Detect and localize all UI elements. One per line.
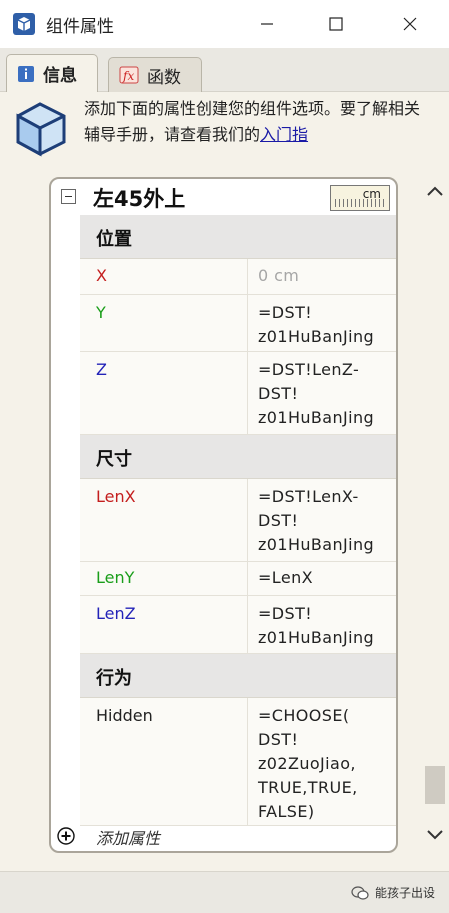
attribute-row-z[interactable]: Z =DST!LenZ- DST! z01HuBanJing <box>80 352 396 435</box>
attribute-value[interactable]: =DST! z01HuBanJing <box>247 596 396 653</box>
maximize-icon <box>329 17 343 31</box>
watermark-text: 能孩子出设 <box>374 886 435 900</box>
attribute-row-hidden[interactable]: Hidden =CHOOSE( DST! z02ZuoJiao, TRUE,TR… <box>80 698 396 826</box>
close-button[interactable] <box>390 6 430 42</box>
scroll-up-icon[interactable] <box>426 184 444 198</box>
section-size: 尺寸 <box>80 435 396 479</box>
info-banner: 添加下面的属性创建您的组件选项。要了解相关辅导手册，请查看我们的入门指 <box>0 92 449 166</box>
tab-info[interactable]: 信息 <box>6 54 98 92</box>
tab-functions-label: 函数 <box>147 67 181 88</box>
window-title: 组件属性 <box>46 17 114 37</box>
attribute-name: LenZ <box>80 596 247 653</box>
title-bar: 组件属性 <box>0 0 449 48</box>
tab-functions[interactable]: fx 函数 <box>108 57 202 92</box>
vertical-scrollbar[interactable] <box>420 166 449 871</box>
attribute-name: Z <box>80 352 247 434</box>
attribute-row-x[interactable]: X 0 cm <box>80 259 396 295</box>
attribute-row-lenz[interactable]: LenZ =DST! z01HuBanJing <box>80 596 396 654</box>
component-header: 左45外上 cm <box>51 179 396 217</box>
banner-text: 添加下面的属性创建您的组件选项。要了解相关辅导手册，请查看我们的入门指 <box>84 96 434 148</box>
attribute-row-lenx[interactable]: LenX =DST!LenX- DST! z01HuBanJing <box>80 479 396 562</box>
banner-description: 添加下面的属性创建您的组件选项。要了解相关辅导手册，请查看我们的 <box>84 99 421 144</box>
info-icon <box>18 65 34 82</box>
section-position: 位置 <box>80 215 396 259</box>
fx-icon: fx <box>119 66 139 84</box>
minimize-icon <box>261 23 273 25</box>
section-behavior: 行为 <box>80 654 396 698</box>
watermark: 能孩子出设 <box>351 884 435 901</box>
maximize-button[interactable] <box>316 6 356 42</box>
component-cube-icon <box>16 102 66 157</box>
tab-info-label: 信息 <box>43 66 77 86</box>
close-icon <box>403 17 417 31</box>
component-panel: 左45外上 cm 位置 X 0 cm Y =DST! z01HuBanJing … <box>49 177 398 853</box>
attribute-value[interactable]: =DST!LenX- DST! z01HuBanJing <box>247 479 396 561</box>
tab-strip: 信息 fx 函数 =fx <box>0 48 449 132</box>
getting-started-link[interactable]: 入门指 <box>260 125 308 144</box>
attribute-value[interactable]: 0 cm <box>247 259 396 294</box>
attribute-name: Y <box>80 295 247 351</box>
attribute-grid: 位置 X 0 cm Y =DST! z01HuBanJing Z =DST!Le… <box>80 215 396 826</box>
component-name: 左45外上 <box>93 187 186 211</box>
add-circle-icon[interactable] <box>57 827 75 845</box>
scrollbar-thumb[interactable] <box>425 766 445 804</box>
attribute-value[interactable]: =DST! z01HuBanJing <box>247 295 396 351</box>
svg-text:fx: fx <box>122 69 134 83</box>
attribute-value[interactable]: =CHOOSE( DST! z02ZuoJiao, TRUE,TRUE, FAL… <box>247 698 396 825</box>
collapse-toggle[interactable] <box>61 189 76 204</box>
unit-selector[interactable]: cm <box>330 185 390 211</box>
scroll-down-icon[interactable] <box>426 828 444 842</box>
attribute-name: LenX <box>80 479 247 561</box>
attribute-value[interactable]: =DST!LenZ- DST! z01HuBanJing <box>247 352 396 434</box>
sketchup-app-icon <box>13 13 35 35</box>
ruler-icon <box>335 199 387 207</box>
add-attribute-label[interactable]: 添加属性 <box>96 825 160 849</box>
minimize-button[interactable] <box>247 6 287 42</box>
attribute-name: X <box>80 259 247 294</box>
attribute-row-leny[interactable]: LenY =LenX <box>80 562 396 596</box>
attribute-value[interactable]: =LenX <box>247 562 396 595</box>
wechat-icon <box>351 885 369 900</box>
add-attribute-row[interactable]: 添加属性 <box>51 819 396 851</box>
attribute-row-y[interactable]: Y =DST! z01HuBanJing <box>80 295 396 352</box>
status-bar: 能孩子出设 <box>0 871 449 913</box>
attribute-name: Hidden <box>80 698 247 825</box>
attribute-name: LenY <box>80 562 247 595</box>
